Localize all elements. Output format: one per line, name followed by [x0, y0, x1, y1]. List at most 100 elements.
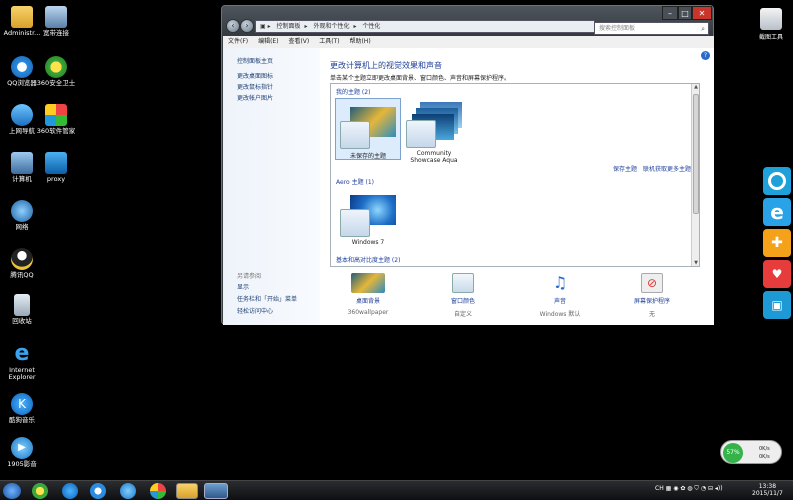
taskbar: CH ▦ ◉ ✿ ◍ ⛉ ◔ ⊟ ◂)) 13:38 2015/11/7 [0, 480, 793, 500]
gamepad-icon: ✚ [771, 235, 783, 251]
page-title: 更改计算机上的视觉效果和声音 [330, 61, 442, 70]
breadcrumb-item[interactable]: 外观和个性化 [313, 23, 349, 30]
setting-value: 自定义 [453, 311, 472, 318]
taskbar-game-icon[interactable] [150, 483, 166, 499]
theme-list: ▲ ▼ 我的主题 (2) 未保存的主题 Community Showcase A… [330, 83, 700, 267]
theme-unsaved[interactable]: 未保存的主题 [335, 98, 401, 160]
window-color-icon [452, 273, 474, 293]
window-color-setting[interactable]: 窗口颜色 自定义 [428, 273, 498, 318]
nav-change-desktop-icons[interactable]: 更改桌面图标 [237, 71, 273, 80]
gadget-shop[interactable]: ♥ [763, 260, 791, 288]
sound-icon: ♫ [552, 273, 568, 292]
gadget-aperture[interactable] [763, 167, 791, 195]
desktop-icon-label: 1905影音 [7, 460, 37, 468]
qq-browser-icon [11, 56, 33, 78]
get-more-themes-link[interactable]: 联机获取更多主题 [643, 164, 691, 173]
taskbar-qq-browser-icon[interactable] [90, 483, 106, 499]
system-tray: CH ▦ ◉ ✿ ◍ ⛉ ◔ ⊟ ◂)) [655, 485, 723, 493]
desktop-icon-recycle-bin[interactable]: 回收站 [2, 294, 42, 325]
window-color-preview [340, 209, 370, 237]
menu-file[interactable]: 文件(F) [228, 38, 248, 45]
desktop-background-setting[interactable]: 桌面背景 360wallpaper [333, 273, 403, 316]
clock[interactable]: 13:38 2015/11/7 [752, 483, 783, 497]
nav-change-mouse-pointer[interactable]: 更改鼠标指针 [237, 82, 273, 91]
screensaver-setting[interactable]: ⊘ 屏幕保护程序 无 [617, 273, 687, 318]
desktop-icon-360-software[interactable]: 360软件管家 [36, 104, 76, 135]
breadcrumb-item[interactable]: 控制面板 [277, 23, 301, 30]
nav-control-panel-home[interactable]: 控制面板主页 [237, 56, 273, 65]
sound-setting[interactable]: ♫ 声音 Windows 默认 [525, 273, 595, 318]
screensaver-icon: ⊘ [641, 273, 663, 293]
ie-icon: e [770, 200, 784, 224]
input-method-indicator[interactable]: CH [655, 485, 664, 492]
software-manager-icon [45, 104, 67, 126]
menu-help[interactable]: 帮助(H) [349, 38, 370, 45]
setting-value: Windows 默认 [539, 311, 581, 318]
forward-button[interactable]: › [240, 19, 254, 33]
network-globe-icon [11, 200, 33, 222]
desktop-icon-kugou[interactable]: K 酷狗音乐 [2, 393, 42, 424]
desktop-icon-network[interactable]: 网络 [2, 200, 42, 231]
menu-edit[interactable]: 编辑(E) [258, 38, 278, 45]
nav-taskbar-start-menu[interactable]: 任务栏和「开始」菜单 [237, 294, 297, 303]
minimize-button[interactable]: – [662, 6, 678, 20]
search-input[interactable]: 搜索控制面板 ⌕ [594, 22, 709, 35]
desktop-icon-qq[interactable]: 腾讯QQ [2, 248, 42, 279]
breadcrumb-sep: ▸ [353, 23, 357, 30]
scroll-thumb[interactable] [693, 94, 699, 214]
theme-windows-7[interactable]: Windows 7 [335, 187, 401, 249]
breadcrumb-item[interactable]: 个性化 [362, 23, 380, 30]
shield-360-icon [45, 56, 67, 78]
menu-bar: 文件(F) 编辑(E) 查看(V) 工具(T) 帮助(H) [223, 36, 714, 48]
desktop-icon-screenshot-tool[interactable]: 截图工具 [755, 8, 787, 41]
clock-time: 13:38 [758, 483, 777, 490]
taskbar-kugou-icon[interactable] [62, 483, 78, 499]
taskbar-explorer-icon[interactable] [176, 483, 198, 499]
gadget-game[interactable]: ✚ [763, 229, 791, 257]
window-color-preview [406, 120, 436, 148]
close-button[interactable]: ✕ [692, 6, 712, 20]
desktop-icon-ie[interactable]: e Internet Explorer [2, 343, 42, 381]
scroll-up-icon[interactable]: ▲ [692, 84, 699, 90]
back-button[interactable]: ‹ [226, 19, 240, 33]
desktop-icon-1905[interactable]: ▶ 1905影音 [2, 437, 42, 468]
help-icon[interactable]: ? [701, 51, 710, 60]
recycle-bin-icon [14, 294, 30, 316]
network-speed-meter[interactable]: 57% 0K/s 0K/s [720, 440, 782, 464]
nav-ease-of-access[interactable]: 轻松访问中心 [237, 306, 273, 315]
taskbar-1905-icon[interactable] [120, 483, 136, 499]
tray-icons[interactable]: ▦ ◉ ✿ ◍ ⛉ ◔ ⊟ ◂)) [666, 485, 723, 492]
scroll-down-icon[interactable]: ▼ [692, 260, 699, 266]
search-placeholder: 搜索控制面板 [599, 25, 636, 32]
gadget-browser[interactable]: e [763, 198, 791, 226]
maximize-button[interactable]: □ [678, 6, 692, 20]
toolbox-icon [760, 8, 782, 30]
theme-name: Windows 7 [351, 239, 385, 246]
window-content: 控制面板主页 更改桌面图标 更改鼠标指针 更改帐户图片 另请参阅 显示 任务栏和… [223, 48, 714, 325]
gadget-video[interactable]: ▣ [763, 291, 791, 319]
address-bar[interactable]: ▣ ▸ 控制面板 ▸ 外观和个性化 ▸ 个性化 [255, 20, 595, 33]
desktop-icon-label: 酷狗音乐 [9, 416, 35, 424]
cart-icon: ♥ [771, 267, 783, 281]
nav-change-account-picture[interactable]: 更改帐户图片 [237, 93, 273, 102]
theme-thumbnail [406, 102, 462, 148]
desktop-icon-360-safe[interactable]: 360安全卫士 [36, 56, 76, 87]
save-theme-link[interactable]: 保存主题 [613, 164, 637, 173]
search-icon: ⌕ [701, 25, 705, 33]
desktop-icon-broadband[interactable]: 宽带连接 [36, 6, 76, 37]
desktop-icon-label: 腾讯QQ [10, 271, 34, 279]
scrollbar[interactable]: ▲ ▼ [691, 84, 699, 266]
start-button[interactable] [3, 483, 21, 499]
desktop: Administr... 宽带连接 QQ浏览器 360安全卫士 上网导航 360… [0, 0, 793, 500]
menu-view[interactable]: 查看(V) [288, 38, 309, 45]
taskbar-control-panel-icon[interactable] [204, 483, 228, 499]
taskbar-360-icon[interactable] [32, 483, 48, 499]
menu-tools[interactable]: 工具(T) [319, 38, 339, 45]
setting-value: 无 [648, 311, 655, 318]
film-icon: ▣ [771, 298, 783, 312]
nav-display[interactable]: 显示 [237, 282, 249, 291]
desktop-icon-label: 360安全卫士 [36, 79, 76, 87]
theme-community-showcase-aqua[interactable]: Community Showcase Aqua [401, 98, 467, 164]
desktop-icon-proxy[interactable]: proxy [36, 152, 76, 183]
upload-speed: 0K/s [759, 446, 770, 452]
